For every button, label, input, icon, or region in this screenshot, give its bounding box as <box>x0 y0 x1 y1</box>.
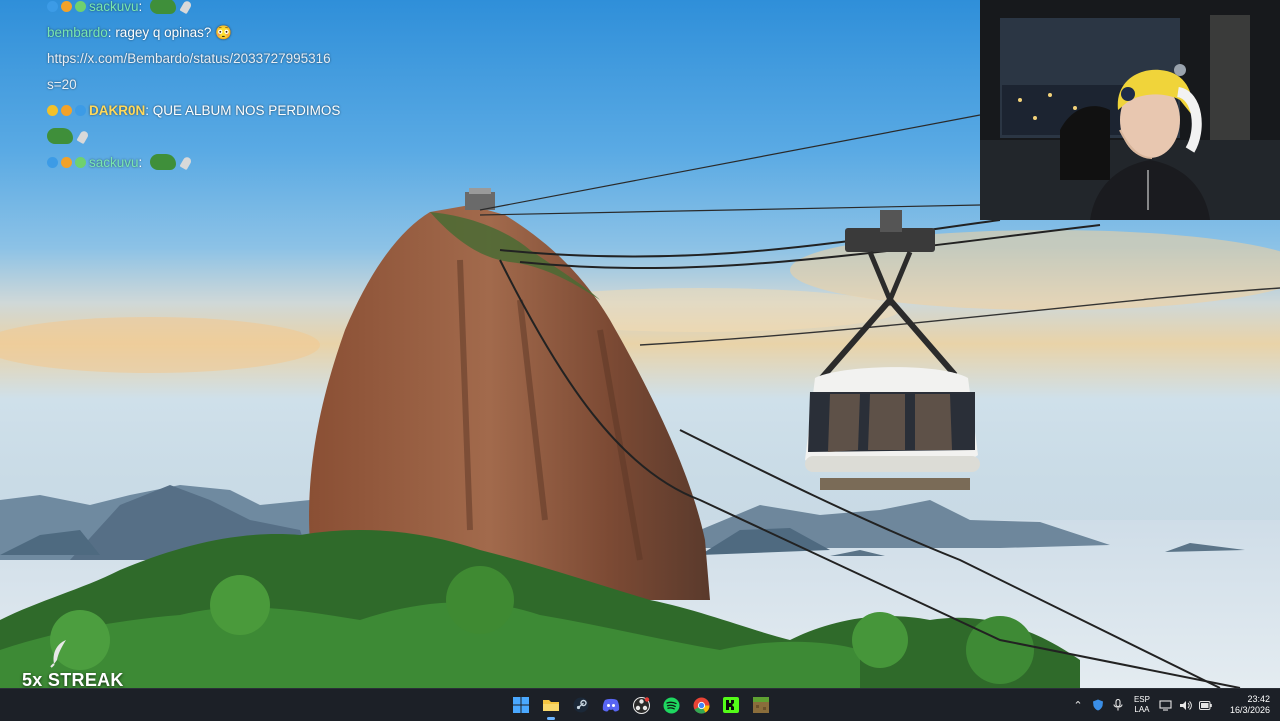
chat-username: sackuvu <box>89 155 139 170</box>
taskbar-spotify[interactable] <box>660 694 682 716</box>
feather-icon <box>179 155 193 171</box>
chat-username: sackuvu <box>89 0 139 14</box>
pepe-emote-icon <box>47 128 73 144</box>
pepe-emote-icon <box>150 0 177 14</box>
network-icon[interactable] <box>1159 698 1173 712</box>
obs-icon <box>632 696 650 714</box>
taskbar-minecraft[interactable] <box>750 694 772 716</box>
webcam-scene <box>980 0 1280 220</box>
chat-separator: : <box>138 155 147 170</box>
badge-icon <box>75 157 86 168</box>
steam-icon <box>573 697 589 713</box>
badge-icon <box>61 157 72 168</box>
windows-icon <box>513 697 529 713</box>
chevron-up-icon[interactable]: ⌃ <box>1071 698 1085 712</box>
chat-message: s=20 <box>47 72 377 98</box>
chat-text: ragey q opinas? 😳 <box>115 25 232 40</box>
discord-icon <box>602 698 620 712</box>
chat-message <box>47 124 377 150</box>
system-clock[interactable]: 23:42 16/3/2026 <box>1230 694 1270 716</box>
taskbar-kick[interactable] <box>720 694 742 716</box>
chat-username: DAKR0N <box>89 103 146 118</box>
taskbar-apps <box>510 689 772 721</box>
badge-icon <box>61 1 72 12</box>
language-layout: LAA <box>1134 705 1150 714</box>
feather-icon <box>50 640 66 668</box>
taskbar-discord[interactable] <box>600 694 622 716</box>
chrome-icon <box>693 697 710 714</box>
badge-icon <box>47 105 58 116</box>
chat-message: DAKR0N: QUE ALBUM NOS PERDIMOS <box>47 98 377 124</box>
clock-time: 23:42 <box>1247 694 1270 704</box>
badge-icon <box>75 1 86 12</box>
chat-username: bembardo <box>47 25 108 40</box>
chat-message: sackuvu: <box>47 0 377 20</box>
taskbar-obs[interactable] <box>630 694 652 716</box>
chat-text: QUE ALBUM NOS PERDIMOS <box>152 103 341 118</box>
chat-link[interactable]: https://x.com/Bembardo/status/2033727995… <box>47 51 331 66</box>
clock-date: 16/3/2026 <box>1229 705 1270 715</box>
chat-message: bembardo: ragey q opinas? 😳 <box>47 20 377 46</box>
spotify-icon <box>663 697 679 713</box>
chat-text: s=20 <box>47 77 77 92</box>
system-tray: ⌃ ESP LAA 23:42 16/3/2026 <box>1068 689 1280 721</box>
start-button[interactable] <box>510 694 532 716</box>
badge-icon <box>61 105 72 116</box>
battery-icon[interactable] <box>1199 698 1213 712</box>
minecraft-icon <box>753 697 769 713</box>
chat-message: https://x.com/Bembardo/status/2033727995… <box>47 46 377 72</box>
taskbar-steam[interactable] <box>570 694 592 716</box>
defender-icon[interactable] <box>1091 698 1105 712</box>
feather-icon <box>76 129 90 145</box>
folder-icon <box>543 700 559 711</box>
chat-separator: : <box>145 103 153 118</box>
taskbar-chrome[interactable] <box>690 694 712 716</box>
language-indicator[interactable]: ESP LAA <box>1134 695 1150 715</box>
microphone-icon[interactable] <box>1111 698 1125 712</box>
feather-icon <box>179 0 193 15</box>
language-code: ESP <box>1133 695 1150 704</box>
badge-icon <box>75 105 86 116</box>
badge-icon <box>47 157 58 168</box>
chat-message: sackuvu: <box>47 150 377 176</box>
volume-icon[interactable] <box>1179 698 1193 712</box>
taskbar-file-explorer[interactable] <box>540 694 562 720</box>
pepe-emote-icon <box>150 154 177 170</box>
windows-taskbar: ⌃ ESP LAA 23:42 16/3/2026 <box>0 688 1280 721</box>
badge-icon <box>47 1 58 12</box>
kick-icon <box>723 697 739 713</box>
chat-separator: : <box>138 0 147 14</box>
stream-chat-overlay: sackuvu: bembardo: ragey q opinas? 😳 htt… <box>47 0 377 176</box>
webcam-feed <box>980 0 1280 220</box>
